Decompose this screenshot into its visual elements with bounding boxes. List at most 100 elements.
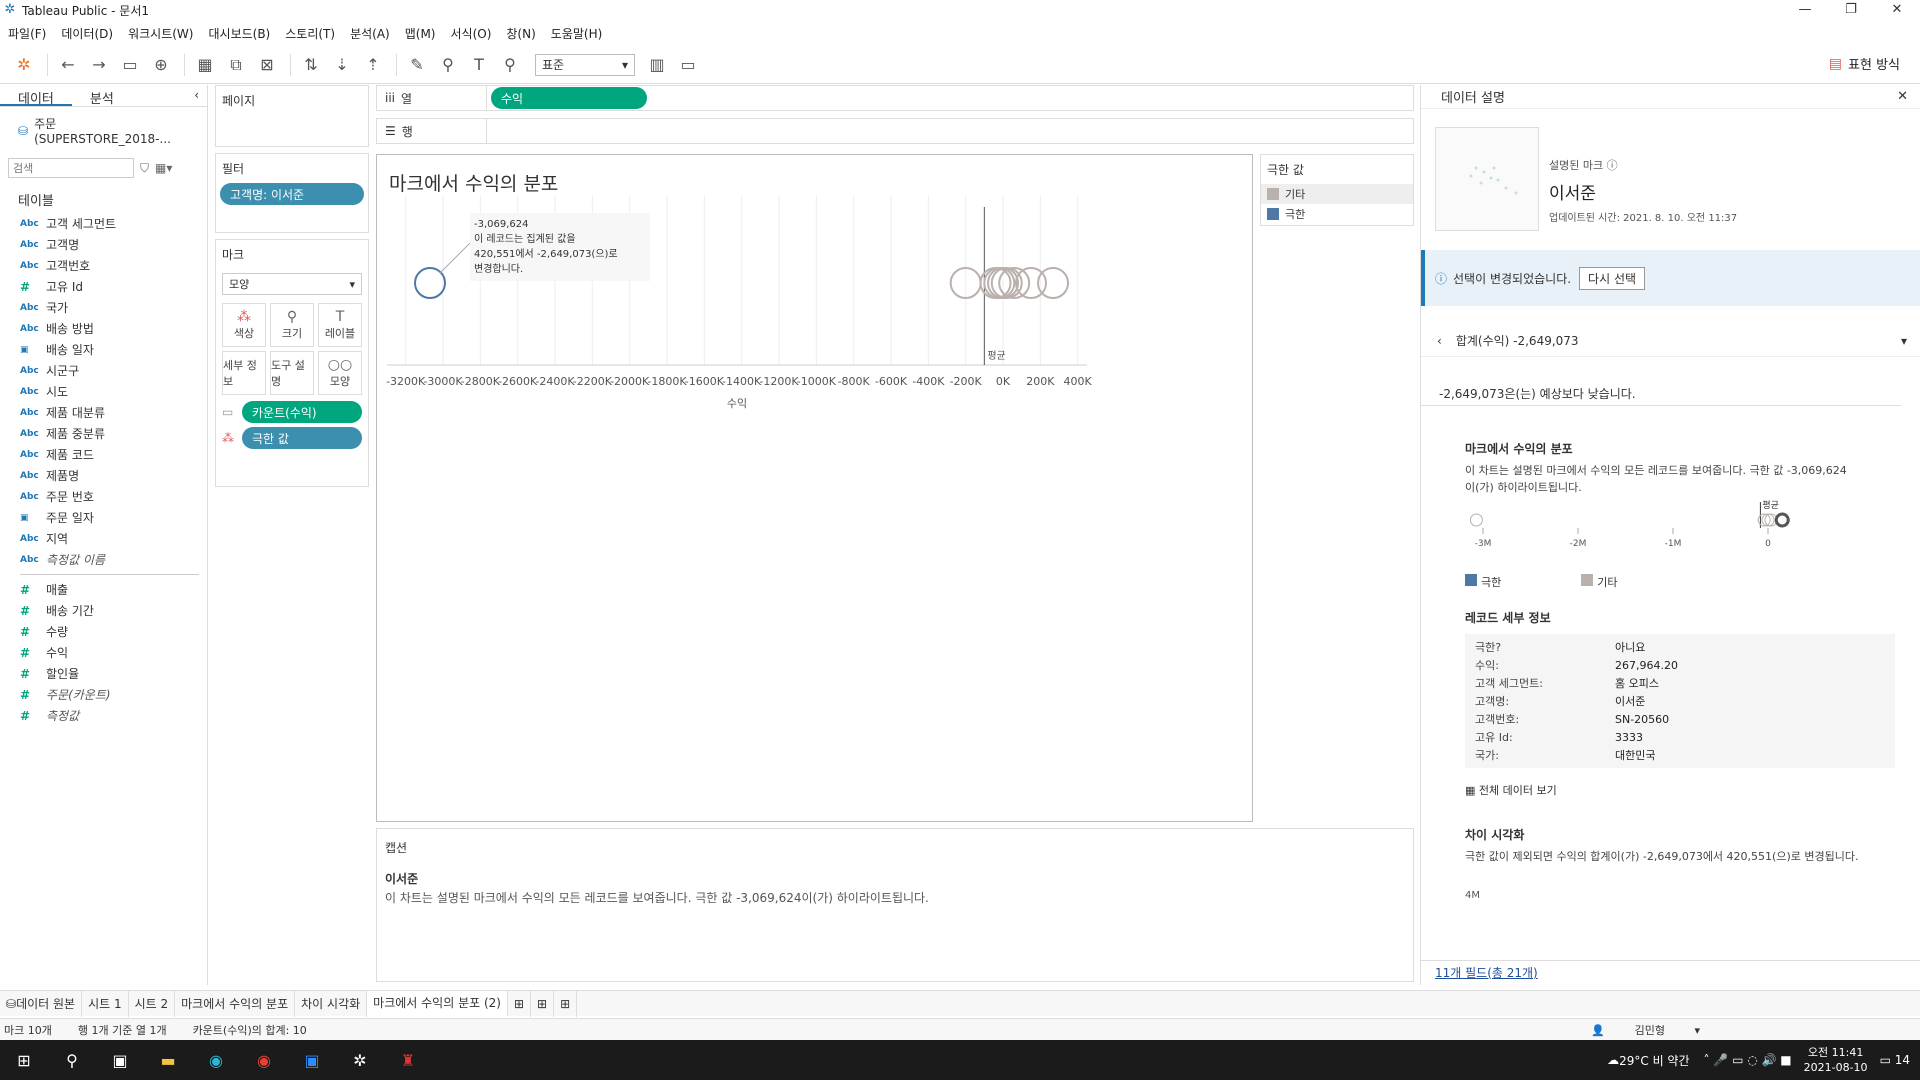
maximize-button[interactable]: ❐ — [1828, 0, 1874, 20]
tab-data[interactable]: 데이터 — [0, 85, 72, 107]
search-icon[interactable]: ⚲ — [48, 1040, 96, 1080]
field-meas-3[interactable]: # 수익 — [0, 642, 207, 663]
duplicate-sheet-icon[interactable]: ⧉ — [222, 51, 250, 79]
reselect-button[interactable]: 다시 선택 — [1579, 266, 1646, 290]
notification-icon[interactable]: ▭ 14 — [1880, 1053, 1910, 1067]
tray-icons[interactable]: ˄ 🎤 ▭ ◌ 🔊 ■ — [1704, 1053, 1792, 1067]
tab-sheet-2[interactable]: 시트 2 — [129, 990, 176, 1017]
field-dim-7[interactable]: Abc 시군구 — [0, 360, 207, 381]
shape-button[interactable]: ○○ 모양 — [318, 351, 362, 395]
minimize-button[interactable]: — — [1782, 0, 1828, 20]
mark-type-select[interactable]: 모양 ▾ — [222, 273, 362, 295]
collapse-icon[interactable]: ‹ — [186, 85, 207, 106]
size-button[interactable]: ⚲ 크기 — [270, 303, 314, 347]
sort-asc-icon[interactable]: ⇣ — [328, 51, 356, 79]
menu-format[interactable]: 서식(O) — [451, 25, 492, 42]
close-explain-icon[interactable]: ✕ — [1897, 89, 1908, 104]
summary-row[interactable]: ‹ 합계(수익) -2,649,073 ▾ — [1421, 325, 1920, 357]
chrome-icon[interactable]: ◉ — [240, 1040, 288, 1080]
close-button[interactable]: ✕ — [1874, 0, 1920, 20]
menu-dashboard[interactable]: 대시보드(B) — [208, 25, 270, 42]
new-datasource-icon[interactable]: ⊕ — [147, 51, 175, 79]
field-meas-1[interactable]: # 배송 기간 — [0, 600, 207, 621]
menu-story[interactable]: 스토리(T) — [285, 25, 335, 42]
menu-help[interactable]: 도움말(H) — [551, 25, 603, 42]
field-dim-14[interactable]: ▣ 주문 일자 — [0, 507, 207, 528]
columns-shelf[interactable]: iii 열 수익 — [376, 85, 1414, 111]
user-menu[interactable]: 👤 김민형 ▾ — [1591, 1022, 1700, 1038]
file-explorer-icon[interactable]: ▬ — [144, 1040, 192, 1080]
field-dim-12[interactable]: Abc 제품명 — [0, 465, 207, 486]
legend-item-other[interactable]: 기타 — [1261, 184, 1413, 204]
label-button[interactable]: T 레이블 — [318, 303, 362, 347]
menu-file[interactable]: 파일(F) — [8, 25, 46, 42]
datasource[interactable]: ⛁ 주문(SUPERSTORE_2018-... — [0, 107, 207, 154]
clock[interactable]: 오전 11:41 2021-08-10 — [1804, 1045, 1868, 1075]
tab-sheet-1[interactable]: 시트 1 — [82, 990, 129, 1017]
field-meas-6[interactable]: # 측정값 — [0, 705, 207, 726]
fit-select[interactable]: 표준 ▾ — [535, 53, 635, 76]
expand-icon[interactable]: ▾ — [1901, 334, 1907, 348]
detail-button[interactable]: 세부 정보 — [222, 351, 266, 395]
menu-data[interactable]: 데이터(D) — [61, 25, 113, 42]
field-dim-4[interactable]: Abc 국가 — [0, 297, 207, 318]
zoom-icon[interactable]: ▣ — [288, 1040, 336, 1080]
field-meas-0[interactable]: # 매출 — [0, 579, 207, 600]
other-point[interactable] — [1037, 267, 1070, 299]
chart-view[interactable]: 마크에서 수익의 분포 -3200K -3000K -2800K -2600K -240… — [376, 154, 1253, 822]
tooltip-pill[interactable]: 카운트(수익) — [242, 401, 362, 423]
presentation-icon[interactable]: ▭ — [674, 51, 702, 79]
field-dim-3[interactable]: # 고유 Id — [0, 276, 207, 297]
edge-icon[interactable]: ◉ — [192, 1040, 240, 1080]
field-dim-15[interactable]: Abc 지역 — [0, 528, 207, 549]
field-meas-5[interactable]: # 주문(카운트) — [0, 684, 207, 705]
tab-analysis[interactable]: 분석 — [72, 85, 132, 107]
windows-start-icon[interactable]: ⊞ — [0, 1040, 48, 1080]
tableau-logo-icon[interactable]: ✲ — [10, 51, 38, 79]
filter-icon[interactable]: ⛉ — [140, 161, 149, 176]
new-story-icon[interactable]: ⊞ — [554, 990, 578, 1017]
redo-icon[interactable]: → — [85, 51, 113, 79]
show-me-button[interactable]: ▤ 표현 방식 — [1829, 54, 1900, 74]
field-search-input[interactable] — [8, 158, 134, 178]
tab-datasource[interactable]: ⛁ 데이터 원본 — [0, 990, 83, 1017]
field-dim-9[interactable]: Abc 제품 대분류 — [0, 402, 207, 423]
fields-link[interactable]: 11개 필드(총 21개) — [1421, 960, 1920, 984]
field-meas-4[interactable]: # 할인율 — [0, 663, 207, 684]
menu-worksheet[interactable]: 워크시트(W) — [128, 25, 193, 42]
menu-map[interactable]: 맵(M) — [405, 25, 436, 42]
tableau-task-icon[interactable]: ✲ — [336, 1040, 384, 1080]
field-meas-2[interactable]: # 수량 — [0, 621, 207, 642]
clear-sheet-icon[interactable]: ⊠ — [253, 51, 281, 79]
label-icon[interactable]: T — [465, 51, 493, 79]
tab-distribution[interactable]: 마크에서 수익의 분포 — [175, 990, 296, 1017]
field-dim-10[interactable]: Abc 제품 중분류 — [0, 423, 207, 444]
show-cards-icon[interactable]: ▥ — [643, 51, 671, 79]
new-dashboard-icon[interactable]: ⊞ — [531, 990, 555, 1017]
field-dim-0[interactable]: Abc 고객 세그먼트 — [0, 213, 207, 234]
field-dim-13[interactable]: Abc 주문 번호 — [0, 486, 207, 507]
field-dim-1[interactable]: Abc 고객명 — [0, 234, 207, 255]
new-sheet-icon[interactable]: ⊞ — [508, 990, 532, 1017]
undo-icon[interactable]: ← — [54, 51, 82, 79]
tooltip-button[interactable]: 도구 설명 — [270, 351, 314, 395]
field-dim-8[interactable]: Abc 시도 — [0, 381, 207, 402]
rows-shelf[interactable]: ☰ 행 — [376, 118, 1414, 144]
field-dim-16[interactable]: Abc 측정값 이름 — [0, 549, 207, 570]
color-button[interactable]: ⁂ 색상 — [222, 303, 266, 347]
save-icon[interactable]: ▭ — [116, 51, 144, 79]
field-dim-11[interactable]: Abc 제품 코드 — [0, 444, 207, 465]
menu-analysis[interactable]: 분석(A) — [350, 25, 390, 42]
task-view-icon[interactable]: ▣ — [96, 1040, 144, 1080]
columns-pill[interactable]: 수익 — [491, 87, 647, 109]
back-icon[interactable]: ‹ — [1437, 334, 1442, 348]
new-worksheet-icon[interactable]: ▦ — [191, 51, 219, 79]
sort-desc-icon[interactable]: ⇡ — [359, 51, 387, 79]
color-pill[interactable]: 극한 값 — [242, 427, 362, 449]
view-all-data[interactable]: ▦ 전체 데이터 보기 — [1465, 782, 1557, 798]
tab-distribution-2[interactable]: 마크에서 수익의 분포 (2) — [367, 990, 508, 1017]
swap-icon[interactable]: ⇅ — [297, 51, 325, 79]
menu-window[interactable]: 창(N) — [506, 25, 535, 42]
highlight-icon[interactable]: ✎ — [403, 51, 431, 79]
view-options-icon[interactable]: ▦▾ — [155, 161, 172, 175]
